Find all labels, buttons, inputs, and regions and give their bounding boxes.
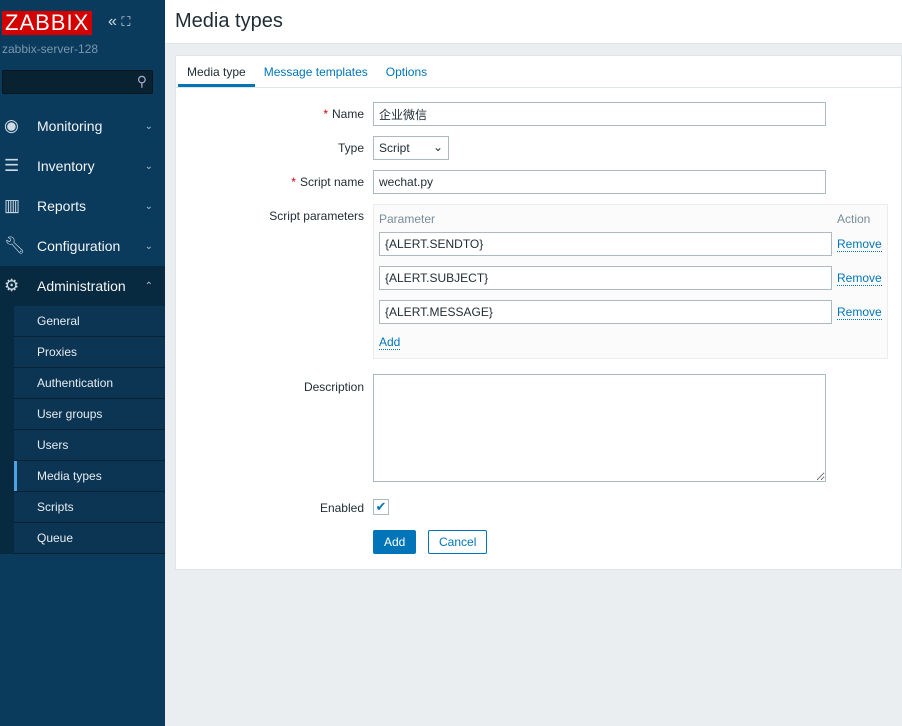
parameter-header: Parameter (379, 212, 436, 226)
remove-link[interactable]: Remove (837, 305, 882, 320)
nav-reports[interactable]: ▥ Reports ⌄ (0, 186, 165, 226)
subnav-authentication[interactable]: Authentication (14, 368, 165, 399)
page-title: Media types (175, 10, 283, 32)
nav-administration[interactable]: ⚙ Administration ⌃ (0, 266, 165, 306)
gear-icon: ⚙ (4, 276, 20, 295)
chevron-down-icon: ⌄ (144, 160, 153, 172)
script-parameters-label: Script parameters (269, 209, 364, 223)
type-select[interactable]: Script ⌄ (373, 136, 449, 160)
subnav-scripts[interactable]: Scripts (14, 492, 165, 523)
chevron-down-icon: ⌄ (144, 120, 153, 132)
action-header: Action (837, 212, 871, 226)
parameter-input[interactable] (379, 300, 832, 324)
nav-configuration[interactable]: 🔧︎ Configuration ⌄ (0, 226, 165, 266)
add-parameter-link[interactable]: Add (379, 335, 401, 350)
nav-label: Monitoring (37, 118, 103, 134)
nav-label: Inventory (37, 158, 95, 174)
cancel-button[interactable]: Cancel (428, 530, 488, 554)
checkmark-icon: ✔ (375, 499, 387, 514)
description-textarea[interactable] (373, 374, 826, 482)
remove-link[interactable]: Remove (837, 271, 882, 286)
subnav-media-types[interactable]: Media types (14, 461, 165, 492)
name-input[interactable] (373, 102, 826, 126)
zabbix-logo[interactable]: ZABBIX (2, 11, 93, 35)
chevron-up-icon: ⌃ (144, 280, 153, 292)
subnav-users[interactable]: Users (14, 430, 165, 461)
type-label: Type (337, 141, 364, 155)
chevron-down-icon: ⌄ (144, 240, 153, 252)
search-icon[interactable]: ⚲ (137, 73, 147, 90)
description-label: Description (303, 380, 364, 394)
type-value: Script (379, 141, 410, 155)
search-input[interactable]: ⚲ (2, 70, 153, 94)
nav-label: Administration (37, 278, 126, 294)
subnav-queue[interactable]: Queue (14, 523, 165, 554)
nav-label: Reports (37, 198, 87, 214)
parameter-input[interactable] (379, 232, 832, 256)
subnav-user-groups[interactable]: User groups (14, 399, 165, 430)
remove-link[interactable]: Remove (837, 237, 882, 252)
chevron-down-icon: ⌄ (432, 140, 443, 154)
script-parameters-table: Parameter Action Remove Remove Remove Ad… (373, 204, 888, 359)
server-name: zabbix-server-128 (2, 42, 99, 56)
list-icon: ☰ (4, 156, 20, 175)
collapse-sidebar-icon[interactable]: « (108, 13, 117, 30)
kiosk-mode-icon[interactable]: ⛶ (121, 14, 130, 29)
script-name-label: Script name (299, 175, 364, 189)
nav-inventory[interactable]: ☰ Inventory ⌄ (0, 146, 165, 186)
enabled-checkbox[interactable]: ✔ (373, 499, 389, 515)
name-label: Name (331, 107, 364, 121)
subnav-general[interactable]: General (14, 306, 165, 337)
eye-icon: ◉ (4, 116, 19, 135)
sidebar: ZABBIX « ⛶ zabbix-server-128 ⚲ ◉ Monitori… (0, 0, 165, 726)
add-button[interactable]: Add (373, 530, 417, 554)
enabled-label: Enabled (319, 501, 364, 515)
chevron-down-icon: ⌄ (144, 200, 153, 212)
bar-chart-icon: ▥ (4, 196, 21, 215)
wrench-icon: 🔧︎ (4, 236, 26, 255)
parameter-input[interactable] (379, 266, 832, 290)
subnav-proxies[interactable]: Proxies (14, 337, 165, 368)
script-name-input[interactable] (373, 170, 826, 194)
nav-label: Configuration (37, 238, 121, 254)
nav-monitoring[interactable]: ◉ Monitoring ⌄ (0, 106, 165, 146)
